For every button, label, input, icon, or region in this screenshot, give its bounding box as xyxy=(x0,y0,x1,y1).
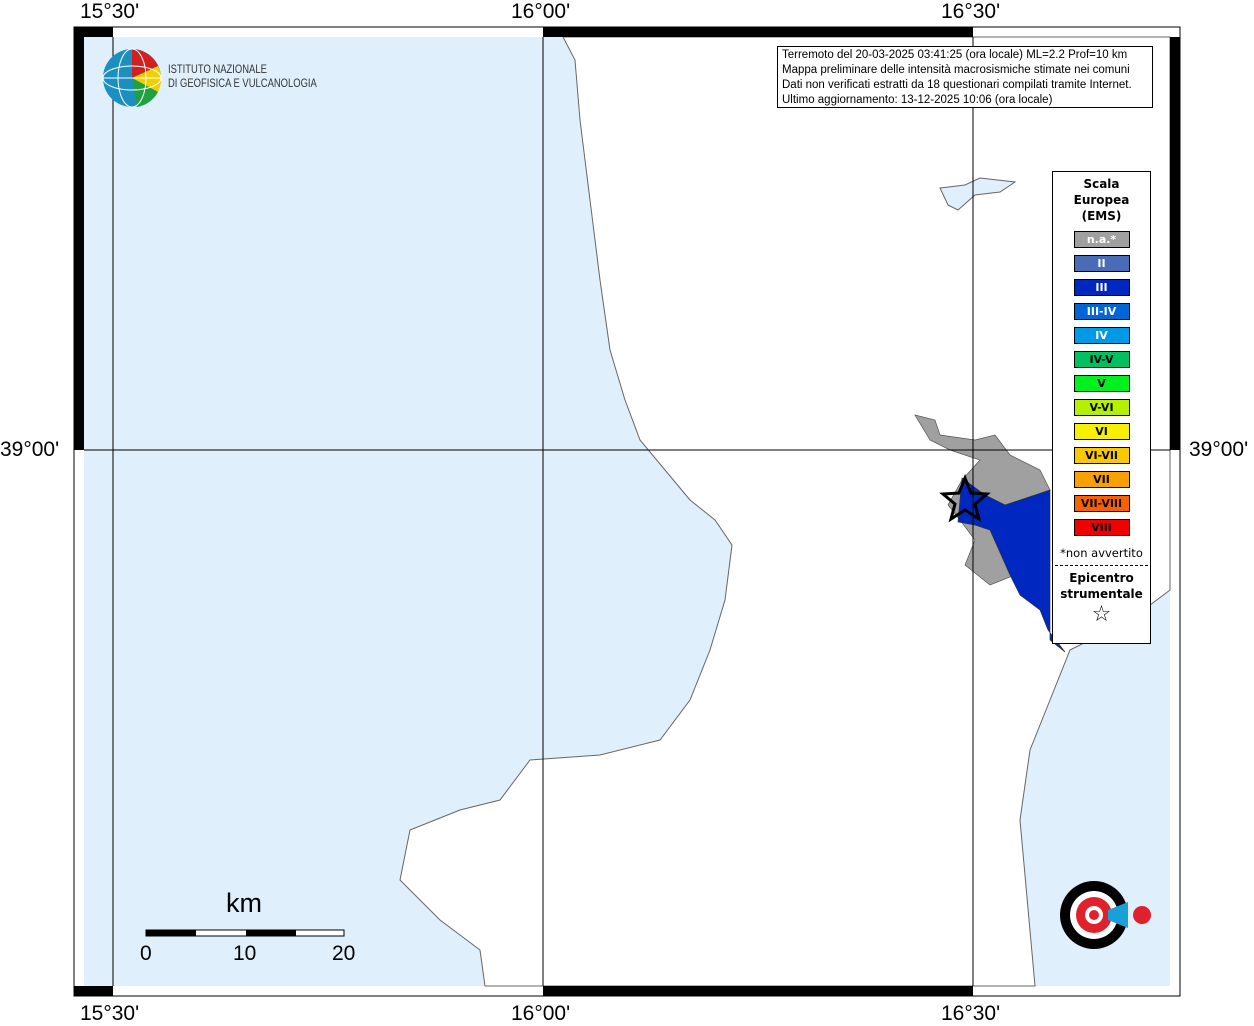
legend-swatch: VIII xyxy=(1073,519,1130,536)
legend-swatch: VI-VII xyxy=(1073,447,1130,464)
scale-unit: km xyxy=(226,888,262,918)
legend-swatch: IV-V xyxy=(1073,351,1130,368)
lon-tick: 15°30' xyxy=(80,1002,140,1025)
info-box: Terremoto del 20-03-2025 03:41:25 (ora l… xyxy=(777,46,1153,108)
legend-swatch: V-VI xyxy=(1073,399,1130,416)
logo-text: ISTITUTO NAZIONALE DI GEOFISICA E VULCANO… xyxy=(168,64,317,90)
legend-note: *non avvertito xyxy=(1060,546,1143,560)
lon-tick: 16°00' xyxy=(511,0,571,23)
star-outline-icon: ☆ xyxy=(1091,602,1112,627)
lat-tick: 39°00' xyxy=(0,438,60,461)
legend-swatch: III-IV xyxy=(1073,303,1130,320)
legend-swatch: VII-VIII xyxy=(1073,495,1130,512)
epicenter-title: Epicentro strumentale xyxy=(1060,571,1143,601)
ingv-logo-icon xyxy=(102,48,162,108)
scale-label: 0 xyxy=(140,942,152,965)
legend-swatch: VI xyxy=(1073,423,1130,440)
scale-label: 10 xyxy=(233,942,257,965)
legend-swatch: VII xyxy=(1073,471,1130,488)
legend: Scala Europea (EMS) n.a.* II III III-IV IV IV… xyxy=(1052,171,1151,644)
scale-label: 20 xyxy=(332,942,356,965)
lon-tick: 16°30' xyxy=(941,0,1001,23)
lon-tick: 15°30' xyxy=(80,0,140,23)
lon-tick: 16°30' xyxy=(941,1002,1001,1025)
lat-tick: 39°00' xyxy=(1189,438,1249,461)
haisentito-logo-icon xyxy=(1060,881,1151,949)
legend-swatch: II xyxy=(1073,255,1130,272)
legend-swatch: IV xyxy=(1073,327,1130,344)
legend-swatch: n.a.* xyxy=(1073,231,1130,248)
lon-tick: 16°00' xyxy=(511,1002,571,1025)
scale-bar xyxy=(145,929,345,937)
legend-swatch: III xyxy=(1073,279,1130,296)
legend-swatch: V xyxy=(1073,375,1130,392)
legend-title: Scala Europea (EMS) xyxy=(1073,177,1130,223)
